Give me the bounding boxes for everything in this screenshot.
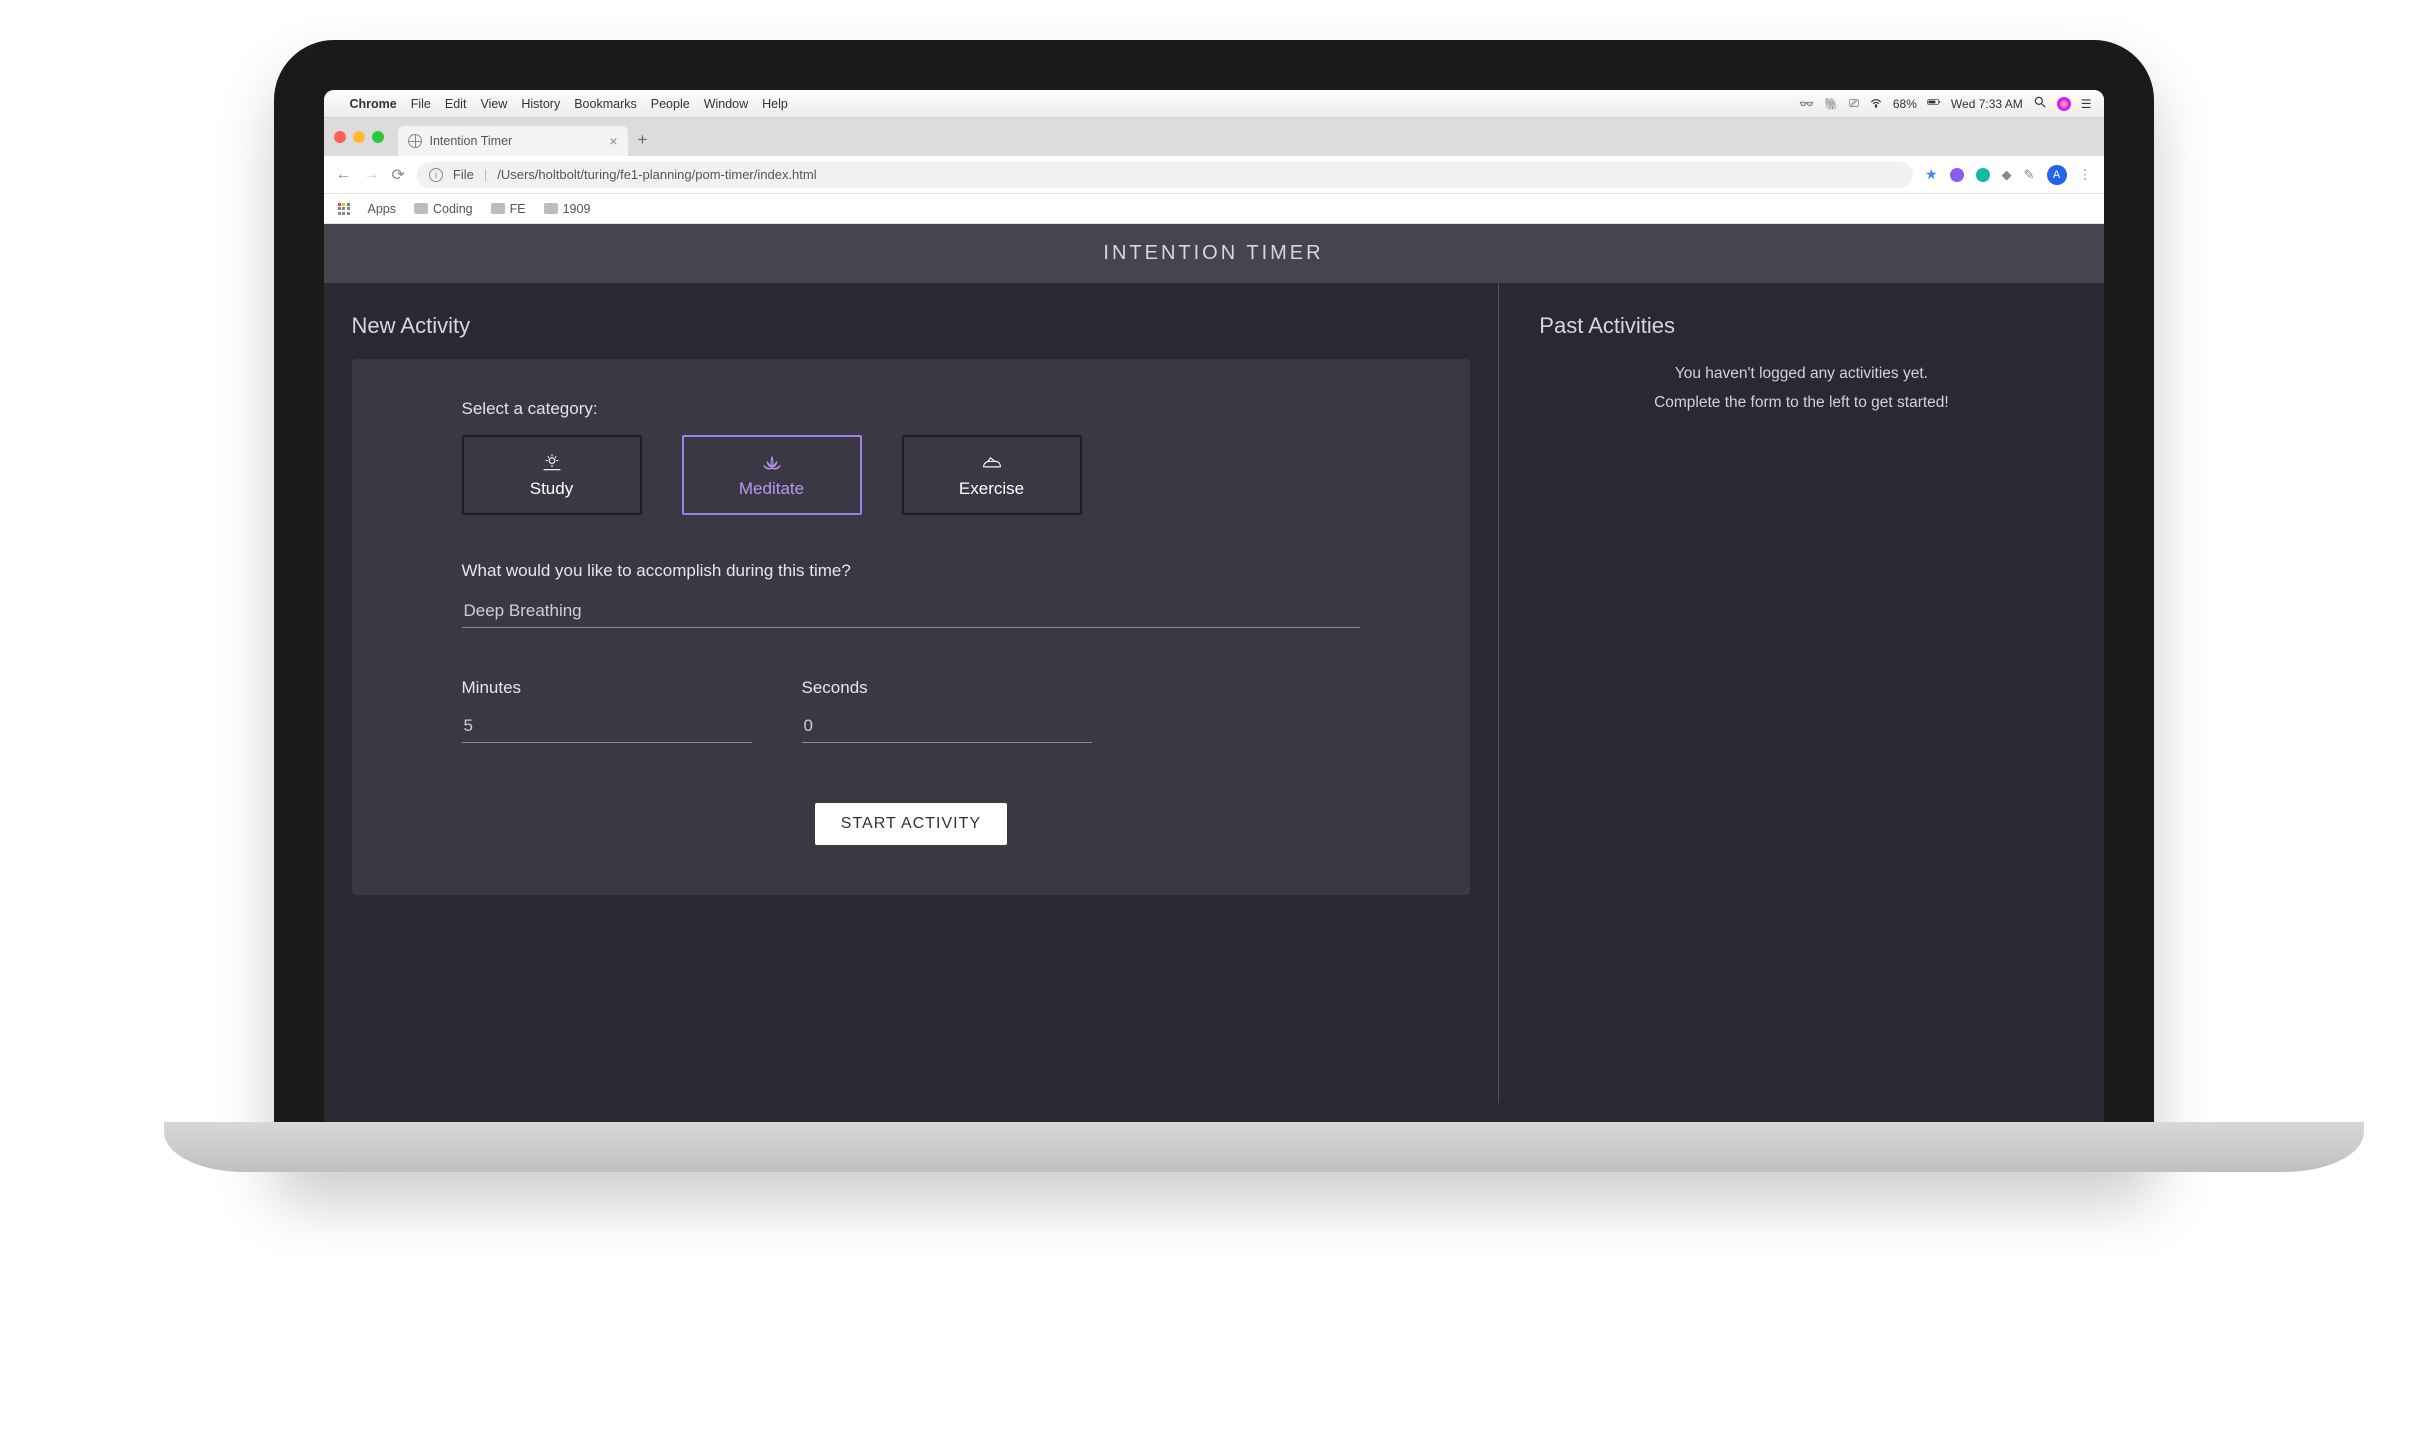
mac-app-name[interactable]: Chrome <box>350 97 397 111</box>
url-prefix: File <box>453 167 474 182</box>
minutes-input[interactable] <box>462 710 752 743</box>
category-row: Study <box>462 435 1361 515</box>
intention-timer-app: INTENTION TIMER New Activity Select a ca… <box>324 224 2104 1124</box>
category-meditate-label: Meditate <box>739 479 804 499</box>
reload-button[interactable]: ⟳ <box>392 165 405 185</box>
url-text: /Users/holtbolt/turing/fe1-planning/pom-… <box>497 167 816 182</box>
apps-icon[interactable] <box>338 203 350 215</box>
past-activities-pane: Past Activities You haven't logged any a… <box>1498 283 2103 1103</box>
window-minimize[interactable] <box>353 131 365 143</box>
ext-pen-icon[interactable]: ✎ <box>2024 167 2035 183</box>
ext-diamond-icon[interactable]: ◆ <box>2002 167 2012 183</box>
back-button[interactable]: ← <box>336 166 352 184</box>
study-icon <box>538 451 566 473</box>
window-controls <box>334 131 384 143</box>
mac-menu-bookmarks[interactable]: Bookmarks <box>574 97 637 111</box>
mac-tray: 👓 🐘 ⎚ 68% Wed 7:33 AM ☰ <box>1799 95 2091 112</box>
ext-teal-icon[interactable] <box>1976 168 1990 182</box>
screen: Chrome File Edit View History Bookmarks … <box>324 90 2104 1124</box>
category-study-button[interactable]: Study <box>462 435 642 515</box>
category-exercise-button[interactable]: Exercise <box>902 435 1082 515</box>
chrome-menu-icon[interactable]: ⋮ <box>2079 167 2092 183</box>
mac-menu-file[interactable]: File <box>411 97 431 111</box>
past-activities-heading: Past Activities <box>1539 313 2063 339</box>
empty-line-2: Complete the form to the left to get sta… <box>1539 388 2063 417</box>
mac-menu-history[interactable]: History <box>521 97 560 111</box>
seconds-label: Seconds <box>802 678 1092 698</box>
battery-icon[interactable] <box>1927 95 1941 112</box>
tab-close-icon[interactable]: × <box>609 133 617 149</box>
accomplish-input[interactable] <box>462 595 1361 628</box>
start-activity-button[interactable]: START ACTIVITY <box>815 803 1007 845</box>
mac-menu-edit[interactable]: Edit <box>445 97 467 111</box>
profile-avatar[interactable]: A <box>2047 165 2067 185</box>
siri-icon[interactable] <box>2057 97 2071 111</box>
meditate-icon <box>758 451 786 473</box>
ext-purple-icon[interactable] <box>1950 168 1964 182</box>
apps-label[interactable]: Apps <box>368 202 397 216</box>
laptop-frame: Chrome File Edit View History Bookmarks … <box>274 40 2154 1172</box>
address-bar: ← → ⟳ i File | /Users/holtbolt/turing/fe… <box>324 156 2104 194</box>
empty-state: You haven't logged any activities yet. C… <box>1539 359 2063 418</box>
category-exercise-label: Exercise <box>959 479 1024 499</box>
info-icon[interactable]: i <box>429 168 443 182</box>
window-maximize[interactable] <box>372 131 384 143</box>
bookmark-star-icon[interactable]: ★ <box>1925 166 1938 183</box>
clock[interactable]: Wed 7:33 AM <box>1951 97 2023 111</box>
window-close[interactable] <box>334 131 346 143</box>
accomplish-label: What would you like to accomplish during… <box>462 561 1361 581</box>
bookmark-folder-coding[interactable]: Coding <box>414 202 473 216</box>
globe-icon <box>408 134 422 148</box>
browser-tab[interactable]: Intention Timer × <box>398 126 628 156</box>
category-label: Select a category: <box>462 399 1361 419</box>
bookmarks-bar: Apps Coding FE 1909 <box>324 194 2104 224</box>
screen-mirror-icon[interactable]: ⎚ <box>1849 96 1859 111</box>
binoculars-icon[interactable]: 👓 <box>1799 97 1814 111</box>
activity-form: Select a category: <box>352 359 1471 895</box>
extension-tray: ★ ◆ ✎ A ⋮ <box>1925 165 2091 185</box>
forward-button[interactable]: → <box>364 166 380 184</box>
mac-menu-people[interactable]: People <box>651 97 690 111</box>
mac-menu-window[interactable]: Window <box>704 97 748 111</box>
evernote-icon[interactable]: 🐘 <box>1824 97 1839 111</box>
mac-menu-bar: Chrome File Edit View History Bookmarks … <box>324 90 2104 118</box>
category-study-label: Study <box>530 479 573 499</box>
mac-menu-view[interactable]: View <box>480 97 507 111</box>
empty-line-1: You haven't logged any activities yet. <box>1539 359 2063 388</box>
new-activity-heading: New Activity <box>352 313 1471 339</box>
wifi-icon[interactable] <box>1869 95 1883 112</box>
bookmark-folder-1909[interactable]: 1909 <box>544 202 591 216</box>
tab-title: Intention Timer <box>430 134 513 148</box>
list-icon[interactable]: ☰ <box>2081 97 2092 111</box>
seconds-input[interactable] <box>802 710 1092 743</box>
tab-strip: Intention Timer × + <box>324 118 2104 156</box>
bookmark-folder-fe[interactable]: FE <box>491 202 526 216</box>
battery-percent: 68% <box>1893 97 1917 111</box>
new-activity-pane: New Activity Select a category: <box>324 283 1499 1103</box>
mac-menu-help[interactable]: Help <box>762 97 788 111</box>
spotlight-icon[interactable] <box>2033 95 2047 112</box>
new-tab-button[interactable]: + <box>638 130 648 150</box>
url-field[interactable]: i File | /Users/holtbolt/turing/fe1-plan… <box>417 162 1913 188</box>
category-meditate-button[interactable]: Meditate <box>682 435 862 515</box>
laptop-base <box>164 1122 2364 1172</box>
exercise-icon <box>978 451 1006 473</box>
app-title: INTENTION TIMER <box>324 224 2104 283</box>
minutes-label: Minutes <box>462 678 752 698</box>
